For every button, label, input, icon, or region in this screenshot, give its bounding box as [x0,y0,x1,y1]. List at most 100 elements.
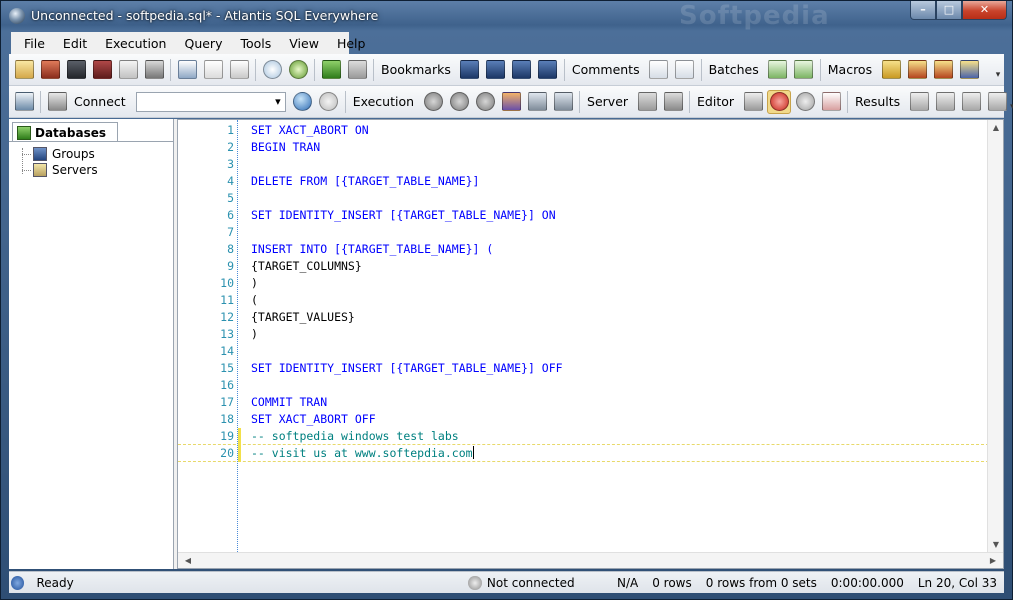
execute-script-button[interactable] [499,90,523,114]
scroll-up-arrow-icon[interactable]: ▲ [988,123,1004,132]
servers-icon [33,163,47,177]
new-file-button[interactable] [12,58,36,82]
save-all-button[interactable] [90,58,114,82]
server-processes-button[interactable] [635,90,659,114]
code-line[interactable]: 15 SET IDENTITY_INSERT [{TARGET_TABLE_NAM… [178,360,989,377]
record-macro-button[interactable] [905,58,929,82]
menu-execution[interactable]: Execution [96,36,175,51]
globe-icon [293,92,313,111]
connect-button[interactable] [45,90,69,114]
code-line[interactable]: 10) [178,275,989,292]
previous-bookmark-button[interactable] [510,58,534,82]
code-line[interactable]: 7 [178,224,989,241]
tree-item-groups[interactable]: Groups [9,146,173,162]
database-browser-button[interactable] [291,90,315,114]
results-grid-button[interactable] [907,90,931,114]
toolbar-separator [819,58,821,81]
code-line[interactable]: 14 [178,343,989,360]
transaction-button[interactable] [551,90,575,114]
code-line[interactable]: 20 -- visit us at www.softepdia.com [178,445,989,462]
code-line[interactable]: 13) [178,326,989,343]
copy-button[interactable] [201,58,225,82]
results-export-button[interactable] [985,90,1009,114]
vertical-scrollbar[interactable]: ▲ ▼ [987,120,1003,552]
line-number: 13 [220,327,234,341]
app-globe-icon[interactable] [9,8,25,24]
minimize-button[interactable]: – [910,1,936,20]
save-button[interactable] [64,58,88,82]
check-syntax-button[interactable] [421,90,445,114]
code-line[interactable]: 18 SET XACT_ABORT OFF [178,411,989,428]
horizontal-scrollbar[interactable]: ◀ ▶ [178,552,1003,568]
code-line[interactable]: 17 COMMIT TRAN [178,394,989,411]
connect-wizard-button[interactable] [12,90,36,114]
menu-edit[interactable]: Edit [54,36,96,51]
execute-button[interactable] [447,90,471,114]
paste-button[interactable] [227,58,251,82]
menu-file[interactable]: File [15,36,54,51]
title-bar[interactable]: Unconnected - softpedia.sql* - Atlantis … [1,1,1012,31]
code-line[interactable]: 9 {TARGET_COLUMNS} [178,258,989,275]
format-sql-button[interactable] [741,90,765,114]
batch-down-button[interactable] [792,58,816,82]
refresh-editor-button[interactable] [793,90,817,114]
play-macro-button[interactable] [879,58,903,82]
status-cursor-position: Ln 20, Col 33 [917,575,998,590]
open-button[interactable] [38,58,62,82]
script-run-icon [501,92,521,111]
server-connect-icon [47,92,67,111]
execution-plan-button[interactable] [525,90,549,114]
tab-databases-label: Databases [35,125,107,140]
code-line[interactable]: 6 SET IDENTITY_INSERT [{TARGET_TABLE_NAME… [178,207,989,224]
print-preview-button[interactable] [142,58,166,82]
code-insight-button[interactable] [767,89,792,114]
undo-button[interactable] [319,58,343,82]
comment-button[interactable] [647,58,671,82]
redo-button[interactable] [345,58,369,82]
menu-query[interactable]: Query [175,36,231,51]
disconnect-button[interactable] [317,90,341,114]
replace-button[interactable] [286,58,310,82]
find-button[interactable] [260,58,284,82]
next-bookmark-button[interactable] [484,58,508,82]
uncomment-button[interactable] [673,58,697,82]
clear-bookmarks-button[interactable] [536,58,560,82]
connection-select[interactable]: ▾ [135,91,286,112]
results-text-button[interactable] [933,90,957,114]
code-line[interactable]: 19 -- softpedia windows test labs [178,428,989,445]
code-line[interactable]: 4 DELETE FROM [{TARGET_TABLE_NAME}] [178,173,989,190]
server-monitor-button[interactable] [661,90,685,114]
close-button[interactable]: ✕ [962,1,1007,20]
menu-tools[interactable]: Tools [231,36,280,51]
connect-label[interactable]: Connect [70,94,132,109]
code-line[interactable]: 1 SET XACT_ABORT ON [178,122,989,139]
code-line[interactable]: 2 BEGIN TRAN [178,139,989,156]
scroll-down-arrow-icon[interactable]: ▼ [988,540,1004,549]
code-line[interactable]: 12 {TARGET_VALUES} [178,309,989,326]
cut-button[interactable] [175,58,199,82]
scroll-left-arrow-icon[interactable]: ◀ [180,556,196,565]
sql-editor[interactable]: 1 SET XACT_ABORT ON 2 BEGIN TRAN 3 4 DELETE FR… [177,119,1004,569]
results-split-button[interactable] [959,90,983,114]
scroll-right-arrow-icon[interactable]: ▶ [985,556,1001,565]
menu-view[interactable]: View [280,36,328,51]
menu-help[interactable]: Help [328,36,375,51]
code-line[interactable]: 3 [178,156,989,173]
clear-editor-button[interactable] [819,90,843,114]
tree-item-servers[interactable]: Servers [9,162,173,178]
print-button[interactable] [116,58,140,82]
maximize-button[interactable]: □ [936,1,962,20]
code-line[interactable]: 5 [178,190,989,207]
code-line[interactable]: 8 INSERT INTO [{TARGET_TABLE_NAME}] ( [178,241,989,258]
toggle-bookmark-button[interactable] [458,58,482,82]
save-macro-button[interactable] [957,58,981,82]
stop-macro-button[interactable] [931,58,955,82]
transaction-icon [553,92,573,111]
stop-execution-button[interactable] [473,90,497,114]
code-line[interactable]: 16 [178,377,989,394]
bookmark-next-icon [486,60,506,79]
tab-databases[interactable]: Databases [12,122,118,142]
batch-up-button[interactable] [766,58,790,82]
code-line[interactable]: 11 ( [178,292,989,309]
toolbar-overflow-chevron[interactable]: ▾ [992,56,1004,84]
